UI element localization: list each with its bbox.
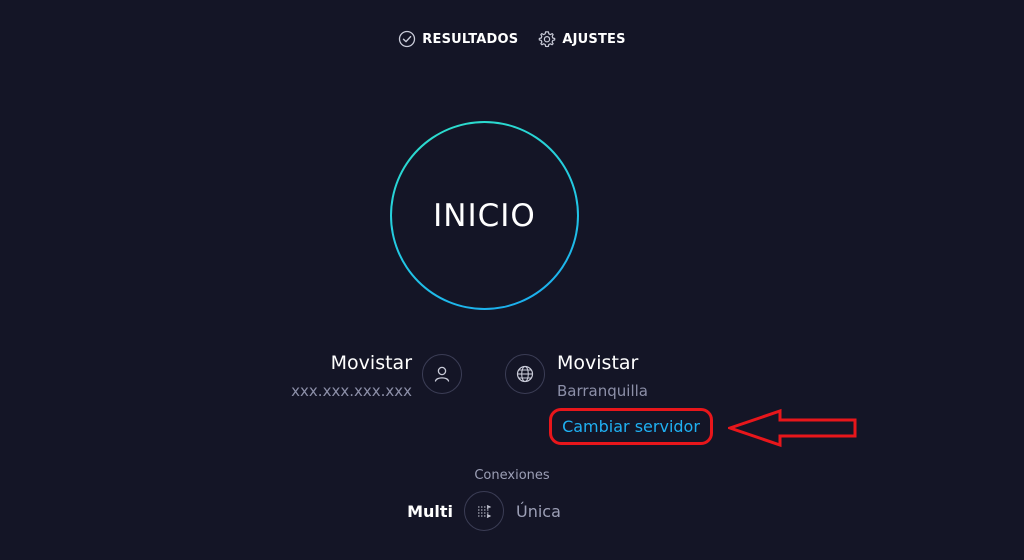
provider-name: Movistar xyxy=(330,352,412,374)
start-test-button[interactable]: INICIO xyxy=(390,121,579,310)
start-test-label: INICIO xyxy=(433,197,536,234)
connections-icon xyxy=(478,505,492,518)
connections-label: Conexiones xyxy=(474,468,550,483)
top-nav: RESULTADOS AJUSTES xyxy=(0,30,1024,48)
server-location: Barranquilla xyxy=(557,382,648,400)
nav-settings-label: AJUSTES xyxy=(562,31,626,47)
nav-results-label: RESULTADOS xyxy=(422,31,519,47)
server-info: Movistar Barranquilla xyxy=(557,352,648,400)
connection-option-single[interactable]: Única xyxy=(516,502,561,521)
connection-option-multi[interactable]: Multi xyxy=(407,502,453,521)
arrow-left-icon xyxy=(728,408,857,448)
globe-icon xyxy=(516,365,534,383)
user-icon-circle xyxy=(422,354,462,394)
change-server-link[interactable]: Cambiar servidor xyxy=(549,408,713,445)
user-icon xyxy=(434,366,450,382)
connections-toggle[interactable] xyxy=(464,491,504,531)
provider-ip: xxx.xxx.xxx.xxx xyxy=(291,382,412,400)
nav-settings[interactable]: AJUSTES xyxy=(538,30,626,48)
gear-icon xyxy=(539,31,556,48)
globe-icon-circle xyxy=(505,354,545,394)
check-circle-icon xyxy=(399,30,416,48)
server-name: Movistar xyxy=(557,352,639,374)
provider-info: Movistar xxx.xxx.xxx.xxx xyxy=(291,352,412,400)
nav-results[interactable]: RESULTADOS xyxy=(398,30,518,48)
